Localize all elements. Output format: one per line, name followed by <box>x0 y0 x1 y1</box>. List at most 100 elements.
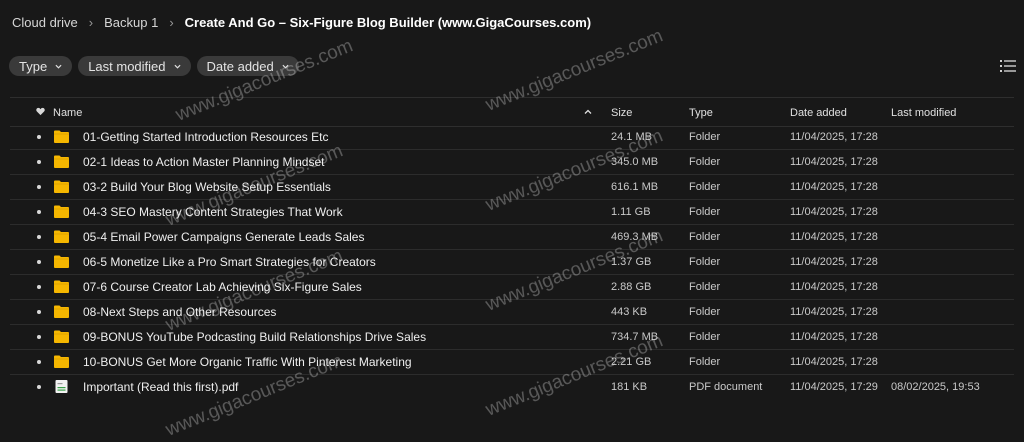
file-size: 469.3 MB <box>611 231 659 243</box>
file-size: 443 KB <box>611 306 648 318</box>
table-row[interactable]: 07-6 Course Creator Lab Achieving Six-Fi… <box>10 275 1014 300</box>
file-size: 2.21 GB <box>611 356 652 368</box>
chevron-right-icon: › <box>169 14 174 30</box>
column-header-name[interactable]: Name <box>53 107 82 119</box>
file-type: Folder <box>689 331 721 343</box>
table-row[interactable]: 01-Getting Started Introduction Resource… <box>10 125 1014 150</box>
chevron-down-icon <box>173 64 181 69</box>
table-header: Name Size Type Date added Last modified <box>10 97 1014 127</box>
row-bullet <box>37 235 41 239</box>
file-list: 01-Getting Started Introduction Resource… <box>10 125 1014 399</box>
file-size: 345.0 MB <box>611 156 659 168</box>
file-name: 01-Getting Started Introduction Resource… <box>83 130 329 144</box>
file-type: Folder <box>689 156 721 168</box>
date-added: 11/04/2025, 17:28 <box>790 131 878 143</box>
list-view-icon[interactable] <box>1000 59 1016 73</box>
row-bullet <box>37 360 41 364</box>
table-row[interactable]: 05-4 Email Power Campaigns Generate Lead… <box>10 225 1014 250</box>
table-row[interactable]: 03-2 Build Your Blog Website Setup Essen… <box>10 175 1014 200</box>
row-bullet <box>37 160 41 164</box>
breadcrumb-current: Create And Go – Six-Figure Blog Builder … <box>184 14 592 30</box>
date-added: 11/04/2025, 17:28 <box>790 206 878 218</box>
file-type: Folder <box>689 256 721 268</box>
row-bullet <box>37 260 41 264</box>
column-header-last-modified[interactable]: Last modified <box>891 107 956 119</box>
row-bullet <box>37 310 41 314</box>
date-added: 11/04/2025, 17:28 <box>790 181 878 193</box>
date-added: 11/04/2025, 17:28 <box>790 156 878 168</box>
breadcrumb-parent[interactable]: Backup 1 <box>104 15 158 30</box>
column-header-type[interactable]: Type <box>689 107 713 119</box>
filter-bar: Type Last modified Date added <box>9 56 299 76</box>
file-size: 2.88 GB <box>611 281 652 293</box>
file-type: Folder <box>689 306 721 318</box>
row-bullet <box>37 135 41 139</box>
file-size: 616.1 MB <box>611 181 659 193</box>
date-added-filter-button[interactable]: Date added <box>196 56 299 76</box>
breadcrumb: Cloud drive › Backup 1 › Create And Go –… <box>12 12 591 32</box>
chevron-down-icon <box>55 64 62 69</box>
column-header-date-added[interactable]: Date added <box>790 107 847 119</box>
folder-icon <box>54 230 69 243</box>
file-size: 1.37 GB <box>611 256 652 268</box>
date-added: 11/04/2025, 17:28 <box>790 306 878 318</box>
file-name: 04-3 SEO Mastery Content Strategies That… <box>83 205 343 219</box>
column-header-size[interactable]: Size <box>611 107 632 119</box>
file-type: Folder <box>689 131 721 143</box>
date-added: 11/04/2025, 17:28 <box>790 281 878 293</box>
file-size: 24.1 MB <box>611 131 652 143</box>
file-name: 05-4 Email Power Campaigns Generate Lead… <box>83 230 365 244</box>
type-filter-label: Type <box>19 58 48 74</box>
file-name: 08-Next Steps and Other Resources <box>83 305 277 319</box>
table-row[interactable]: 06-5 Monetize Like a Pro Smart Strategie… <box>10 250 1014 275</box>
file-name: Important (Read this first).pdf <box>83 380 239 394</box>
row-bullet <box>37 285 41 289</box>
folder-icon <box>54 155 69 168</box>
date-added-filter-label: Date added <box>206 58 274 74</box>
file-name: 10-BONUS Get More Organic Traffic With P… <box>83 355 412 369</box>
folder-icon <box>54 205 69 218</box>
file-size: 181 KB <box>611 381 648 393</box>
date-added: 11/04/2025, 17:28 <box>790 256 878 268</box>
row-bullet <box>37 385 41 389</box>
row-bullet <box>37 335 41 339</box>
file-name: 06-5 Monetize Like a Pro Smart Strategie… <box>83 255 376 269</box>
table-row[interactable]: 02-1 Ideas to Action Master Planning Min… <box>10 150 1014 175</box>
last-modified-filter-label: Last modified <box>88 58 166 74</box>
file-type: Folder <box>689 231 721 243</box>
table-row[interactable]: 09-BONUS YouTube Podcasting Build Relati… <box>10 325 1014 350</box>
heart-icon[interactable] <box>36 107 45 116</box>
row-bullet <box>37 210 41 214</box>
file-name: 09-BONUS YouTube Podcasting Build Relati… <box>83 330 427 344</box>
file-type: Folder <box>689 181 721 193</box>
chevron-right-icon: › <box>88 14 94 30</box>
table-row[interactable]: 08-Next Steps and Other Resources 443 KB… <box>10 300 1014 325</box>
file-type: Folder <box>689 206 721 218</box>
table-row[interactable]: Important (Read this first).pdf 181 KB P… <box>10 375 1014 399</box>
table-row[interactable]: 10-BONUS Get More Organic Traffic With P… <box>10 350 1014 375</box>
type-filter-button[interactable]: Type <box>9 56 73 76</box>
sort-ascending-icon[interactable] <box>584 108 592 116</box>
date-added: 11/04/2025, 17:29 <box>790 381 878 393</box>
file-type: PDF document <box>689 381 763 393</box>
file-size: 734.7 MB <box>611 331 659 343</box>
date-added: 11/04/2025, 17:28 <box>790 231 878 243</box>
folder-icon <box>54 180 69 193</box>
file-name: 02-1 Ideas to Action Master Planning Min… <box>83 155 325 169</box>
file-name: 07-6 Course Creator Lab Achieving Six-Fi… <box>83 280 362 294</box>
last-modified: 08/02/2025, 19:53 <box>891 381 980 393</box>
table-row[interactable]: 04-3 SEO Mastery Content Strategies That… <box>10 200 1014 225</box>
pdf-file-icon <box>55 380 68 393</box>
folder-icon <box>54 280 69 293</box>
date-added: 11/04/2025, 17:28 <box>790 356 878 368</box>
file-name: 03-2 Build Your Blog Website Setup Essen… <box>83 180 331 194</box>
row-bullet <box>37 185 41 189</box>
file-type: Folder <box>689 356 721 368</box>
folder-icon <box>54 330 69 343</box>
file-size: 1.11 GB <box>611 206 651 218</box>
folder-icon <box>54 305 69 318</box>
date-added: 11/04/2025, 17:28 <box>790 331 878 343</box>
last-modified-filter-button[interactable]: Last modified <box>78 56 191 76</box>
folder-icon <box>54 355 69 368</box>
breadcrumb-root[interactable]: Cloud drive <box>12 15 78 30</box>
